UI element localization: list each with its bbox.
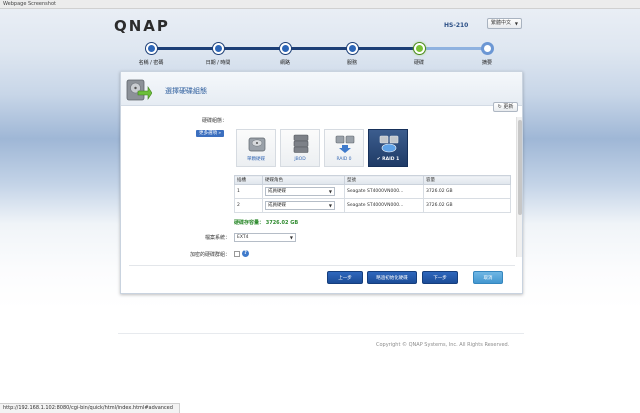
column-header-model: 型號	[344, 175, 424, 185]
window-titlebar: Webpage Screenshot	[0, 0, 640, 9]
disk-role-select[interactable]: 成員硬碟 ▼	[265, 201, 335, 210]
disk-role-select[interactable]: 成員硬碟 ▼	[265, 187, 335, 196]
chevron-down-icon: ▼	[289, 235, 293, 240]
filesystem-value: EXT4	[237, 235, 249, 240]
disk-config-panel: 選擇硬碟組態 ↻ 更新 硬碟組態： 更多選項 » 單顆硬碟 JBOD RAID …	[120, 71, 523, 294]
disk-config-icon	[126, 79, 152, 101]
refresh-label: 更新	[503, 104, 514, 110]
config-tile-label: RAID 0	[336, 157, 352, 162]
config-tile-jbod[interactable]: JBOD	[280, 129, 320, 167]
config-tile-label: ✔ RAID 1	[369, 157, 407, 162]
refresh-icon: ↻	[497, 104, 502, 110]
scrollbar-thumb[interactable]	[518, 120, 522, 215]
disk-table: 插槽 硬碟角色 型號 容量 1 成員硬碟 ▼ Seagate ST4000VN0…	[234, 175, 511, 213]
qnap-logo: QNAP	[114, 17, 170, 35]
raid0-icon	[335, 135, 355, 153]
cell-slot: 2	[234, 198, 263, 213]
cell-capacity: 3726.02 GB	[423, 184, 511, 199]
chevron-down-icon: ▼	[328, 189, 332, 194]
wizard-step-5	[414, 43, 425, 54]
chevron-down-icon: ▼	[328, 203, 332, 208]
wizard-step-4	[347, 43, 358, 54]
panel-scrollbar[interactable]	[516, 117, 522, 257]
filesystem-label: 檔案系統：	[204, 235, 230, 241]
table-row: 2 成員硬碟 ▼ Seagate ST4000VN000... 3726.02 …	[234, 198, 511, 213]
cell-capacity: 3726.02 GB	[423, 198, 511, 213]
window-title: Webpage Screenshot	[3, 1, 56, 7]
cancel-button[interactable]: 取消	[473, 271, 503, 284]
column-header-capacity: 容量	[423, 175, 511, 185]
config-tile-raid0[interactable]: RAID 0	[324, 129, 364, 167]
next-button[interactable]: 下一步	[422, 271, 458, 284]
wizard-step-label-6: 摘要	[481, 60, 493, 66]
config-tile-label-text: RAID 1	[382, 157, 400, 162]
panel-divider	[129, 265, 515, 266]
wizard-step-2	[213, 43, 224, 54]
disk-role-value: 成員硬碟	[268, 189, 286, 194]
wizard-step-1	[146, 43, 157, 54]
cell-role: 成員硬碟 ▼	[262, 184, 345, 199]
cell-role: 成員硬碟 ▼	[262, 198, 345, 213]
more-options-button[interactable]: 更多選項 »	[196, 130, 225, 137]
storage-capacity: 硬碟存容量： 3726.02 GB	[234, 220, 299, 226]
encrypt-checkbox[interactable]	[234, 251, 240, 257]
single-disk-icon	[248, 137, 266, 152]
column-header-role: 硬碟角色	[262, 175, 345, 185]
config-tile-label: 單顆硬碟	[247, 157, 265, 162]
wizard-step-label-2: 日期 / 時間	[205, 60, 231, 66]
raid1-icon	[379, 135, 399, 153]
browser-status-bar: http://192.168.1.102:8080/cgi-bin/quick/…	[0, 403, 180, 413]
wizard-progress-line-remaining	[420, 47, 488, 50]
help-icon[interactable]: ?	[242, 250, 249, 257]
language-select[interactable]: 繁體中文 ▼	[487, 18, 522, 29]
copyright-text: Copyright © QNAP Systems, Inc. All Right…	[376, 342, 510, 348]
refresh-button[interactable]: ↻ 更新	[493, 102, 518, 112]
disk-role-value: 成員硬碟	[268, 203, 286, 208]
config-tile-raid1[interactable]: ✔ RAID 1	[368, 129, 408, 167]
config-tile-label: JBOD	[294, 157, 306, 162]
panel-header: 選擇硬碟組態	[121, 72, 522, 106]
jbod-icon	[293, 134, 309, 153]
column-header-slot: 插槽	[234, 175, 263, 185]
wizard-step-label-5: 硬碟	[413, 60, 425, 66]
filesystem-select[interactable]: EXT4 ▼	[234, 233, 296, 242]
cell-model: Seagate ST4000VN000...	[344, 184, 424, 199]
language-value: 繁體中文	[491, 20, 512, 26]
table-row: 1 成員硬碟 ▼ Seagate ST4000VN000... 3726.02 …	[234, 184, 511, 199]
selected-check-icon: ✔	[376, 157, 381, 162]
prev-button[interactable]: 上一步	[327, 271, 363, 284]
config-tile-single[interactable]: 單顆硬碟	[236, 129, 276, 167]
wizard-step-label-1: 名稱 / 密碼	[138, 60, 164, 66]
wizard-step-3	[280, 43, 291, 54]
wizard-step-6	[482, 43, 493, 54]
wizard-step-label-3: 網路	[279, 60, 291, 66]
cell-model: Seagate ST4000VN000...	[344, 198, 424, 213]
model-name: HS-210	[444, 22, 469, 29]
chevron-down-icon: ▼	[514, 21, 518, 26]
encrypt-label: 加密的硬碟群組：	[189, 252, 230, 258]
cell-slot: 1	[234, 184, 263, 199]
footer-divider	[118, 333, 524, 334]
wizard-step-label-4: 服務	[346, 60, 358, 66]
table-header-row: 插槽 硬碟角色 型號 容量	[234, 175, 511, 185]
panel-title: 選擇硬碟組態	[165, 87, 207, 95]
skip-init-disks-button[interactable]: 略過初始化硬碟	[367, 271, 417, 284]
disk-config-label: 硬碟組態：	[202, 118, 228, 124]
